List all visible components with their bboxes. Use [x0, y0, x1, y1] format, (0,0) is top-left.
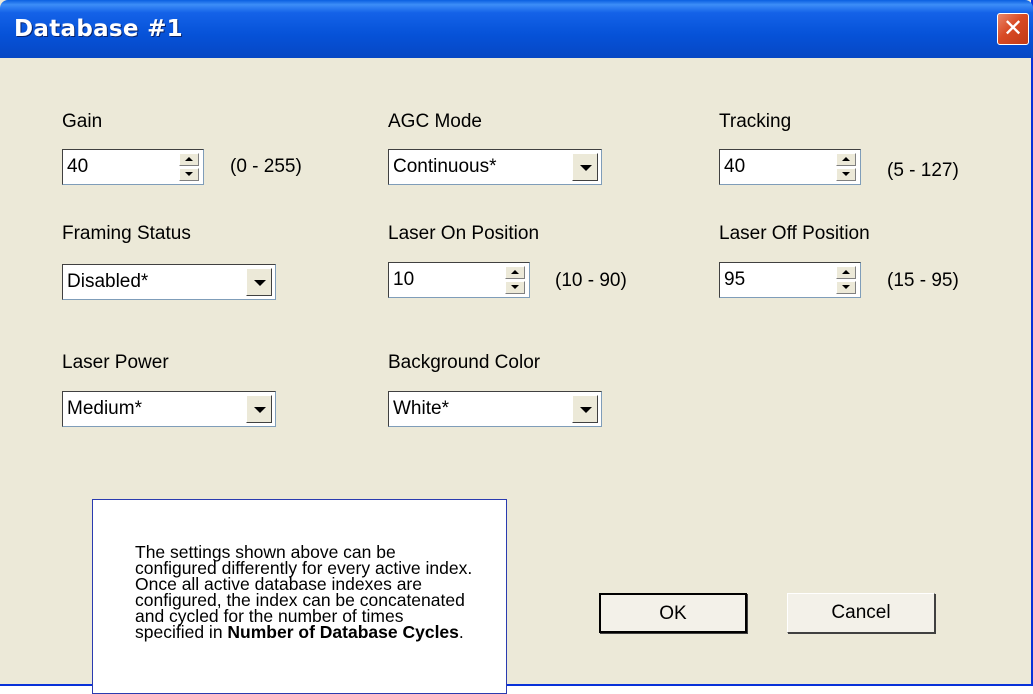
- agc-mode-value: Continuous*: [393, 156, 497, 177]
- spin-arrows[interactable]: [179, 153, 199, 181]
- tracking-value[interactable]: 40: [724, 156, 745, 178]
- window-title: Database #1: [14, 16, 183, 42]
- spin-arrows[interactable]: [505, 266, 525, 294]
- spin-down-icon[interactable]: [179, 168, 199, 181]
- framing-status-select[interactable]: Disabled*: [62, 264, 276, 300]
- chevron-down-icon[interactable]: [572, 153, 598, 181]
- agc-mode-label: AGC Mode: [388, 111, 482, 132]
- laser-power-select[interactable]: Medium*: [62, 391, 276, 427]
- tracking-label: Tracking: [719, 111, 792, 132]
- annotation-end: .: [458, 622, 464, 642]
- gain-range: (0 - 255): [230, 156, 302, 177]
- framing-status-label: Framing Status: [62, 223, 191, 244]
- spin-down-icon[interactable]: [836, 281, 856, 294]
- tracking-range: (5 - 127): [887, 160, 959, 181]
- annotation-bold: Number of Database Cycles: [227, 622, 459, 642]
- laser-off-label: Laser Off Position: [719, 223, 870, 244]
- laser-off-range: (15 - 95): [887, 270, 959, 291]
- laser-on-range: (10 - 90): [555, 270, 627, 291]
- chevron-down-icon[interactable]: [246, 395, 272, 423]
- spin-arrows[interactable]: [836, 153, 856, 181]
- agc-mode-select[interactable]: Continuous*: [388, 149, 602, 185]
- chevron-down-icon[interactable]: [246, 268, 272, 296]
- spin-down-icon[interactable]: [505, 281, 525, 294]
- laser-on-value[interactable]: 10: [393, 269, 414, 291]
- laser-on-label: Laser On Position: [388, 223, 540, 244]
- spin-up-icon[interactable]: [836, 153, 856, 166]
- tracking-spinbox[interactable]: 40: [719, 149, 861, 185]
- title-bar[interactable]: Database #1 ✕: [0, 0, 1033, 58]
- spin-arrows[interactable]: [836, 266, 856, 294]
- background-color-select[interactable]: White*: [388, 391, 602, 427]
- spin-up-icon[interactable]: [179, 153, 199, 166]
- gain-spinbox[interactable]: 40: [62, 149, 204, 185]
- close-button[interactable]: ✕: [997, 13, 1029, 45]
- laser-off-spinbox[interactable]: 95: [719, 262, 861, 298]
- annotation-text: The settings shown above can be configur…: [135, 543, 476, 642]
- laser-on-spinbox[interactable]: 10: [388, 262, 530, 298]
- spin-up-icon[interactable]: [505, 266, 525, 279]
- laser-power-label: Laser Power: [62, 352, 169, 373]
- ok-button[interactable]: OK: [599, 593, 747, 633]
- laser-power-value: Medium*: [67, 398, 142, 419]
- cancel-button[interactable]: Cancel: [787, 593, 935, 633]
- background-color-label: Background Color: [388, 352, 541, 373]
- laser-off-value[interactable]: 95: [724, 269, 745, 291]
- spin-down-icon[interactable]: [836, 168, 856, 181]
- gain-value[interactable]: 40: [67, 156, 88, 178]
- framing-status-value: Disabled*: [67, 271, 149, 292]
- gain-label: Gain: [62, 111, 103, 132]
- chevron-down-icon[interactable]: [572, 395, 598, 423]
- annotation-callout: The settings shown above can be configur…: [92, 499, 507, 694]
- background-color-value: White*: [393, 398, 449, 419]
- spin-up-icon[interactable]: [836, 266, 856, 279]
